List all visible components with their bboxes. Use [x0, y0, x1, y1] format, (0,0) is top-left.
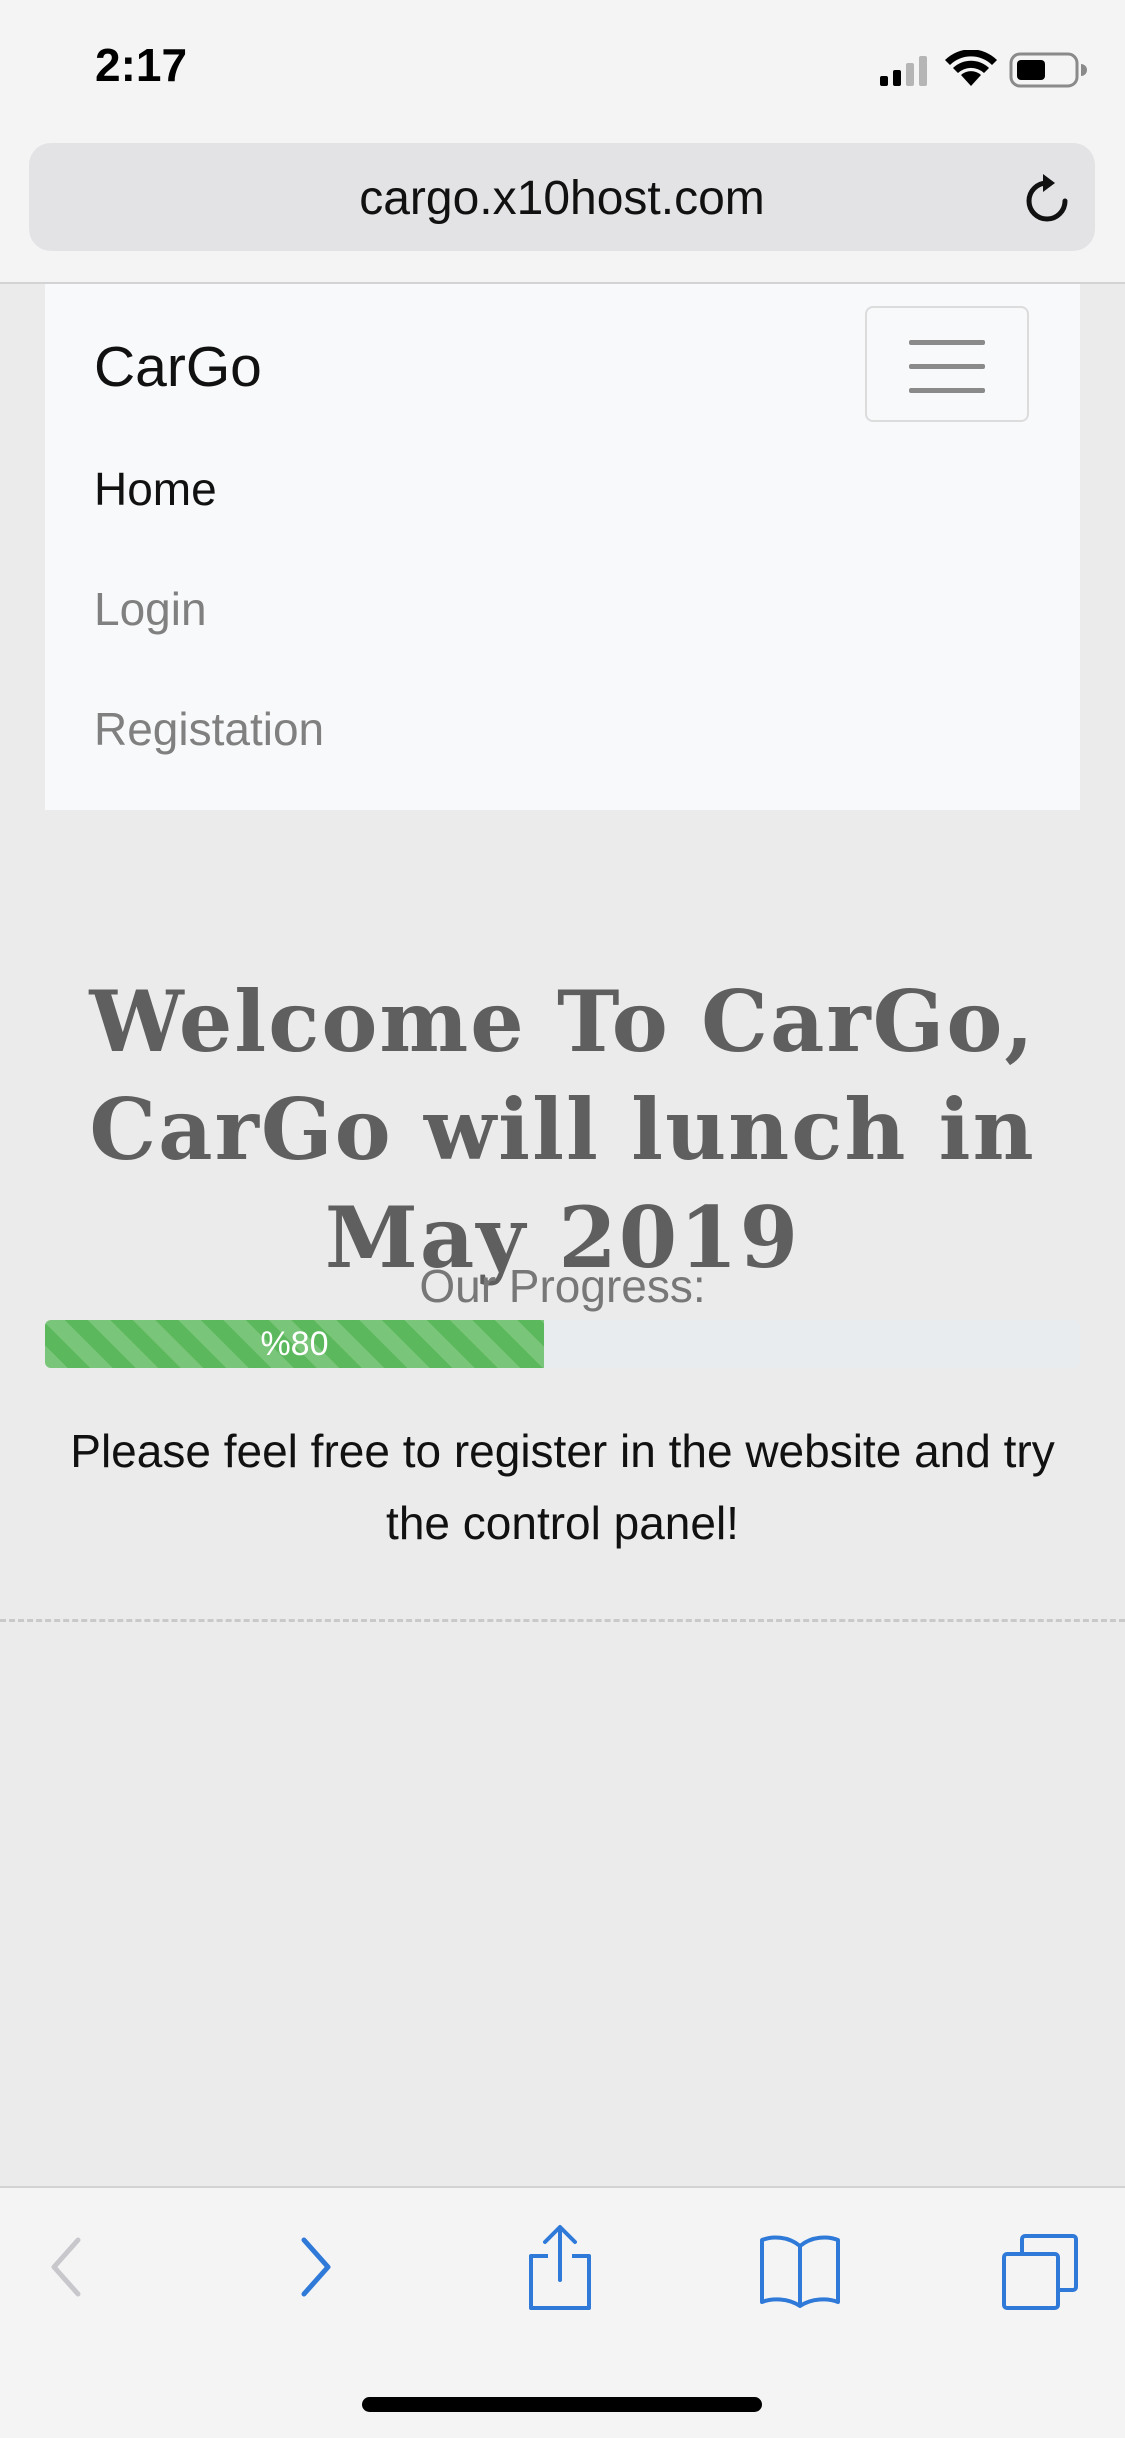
progress-label: Our Progress: — [419, 1260, 706, 1312]
wifi-icon — [945, 50, 997, 86]
navbar-brand[interactable]: CarGo — [94, 334, 262, 400]
battery-icon — [1009, 52, 1087, 88]
address-area: cargo.x10host.com — [0, 140, 1125, 284]
hamburger-icon — [909, 340, 985, 345]
welcome-heading-line: CarGo will lunch in — [89, 1080, 1036, 1180]
progress-track: %80 — [45, 1320, 1080, 1368]
tabs-icon[interactable] — [1000, 2232, 1080, 2312]
nav-link-home[interactable]: Home — [94, 462, 217, 516]
nav-link-login[interactable]: Login — [94, 582, 207, 636]
forward-icon[interactable] — [292, 2232, 340, 2302]
web-content: CarGo Home Login Registation Welcome To … — [0, 284, 1125, 2186]
url-text[interactable]: cargo.x10host.com — [29, 171, 1095, 226]
hamburger-icon-bar — [909, 388, 985, 393]
status-bar: 2:17 — [0, 0, 1125, 140]
navbar-toggler[interactable] — [865, 306, 1029, 422]
bookmarks-icon[interactable] — [758, 2232, 842, 2308]
welcome-heading-line: Welcome To CarGo, — [89, 972, 1036, 1072]
status-time: 2:17 — [95, 39, 188, 91]
share-icon[interactable] — [525, 2222, 595, 2312]
home-indicator — [362, 2397, 762, 2412]
cellular-signal-icon — [880, 56, 927, 86]
page-divider — [0, 1619, 1125, 1622]
hamburger-icon-bar — [909, 364, 985, 369]
status-icons — [878, 50, 1088, 90]
progress-bar: %80 — [45, 1320, 544, 1368]
navbar: CarGo Home Login Registation — [45, 284, 1080, 810]
nav-link-registration[interactable]: Registation — [94, 702, 324, 756]
reload-icon[interactable] — [1021, 171, 1073, 227]
welcome-heading: Welcome To CarGo, CarGo will lunch in Ma… — [40, 968, 1085, 1292]
back-icon[interactable] — [42, 2232, 90, 2302]
invite-text: Please feel free to register in the webs… — [70, 1425, 1055, 1549]
address-bar[interactable]: cargo.x10host.com — [29, 143, 1095, 251]
